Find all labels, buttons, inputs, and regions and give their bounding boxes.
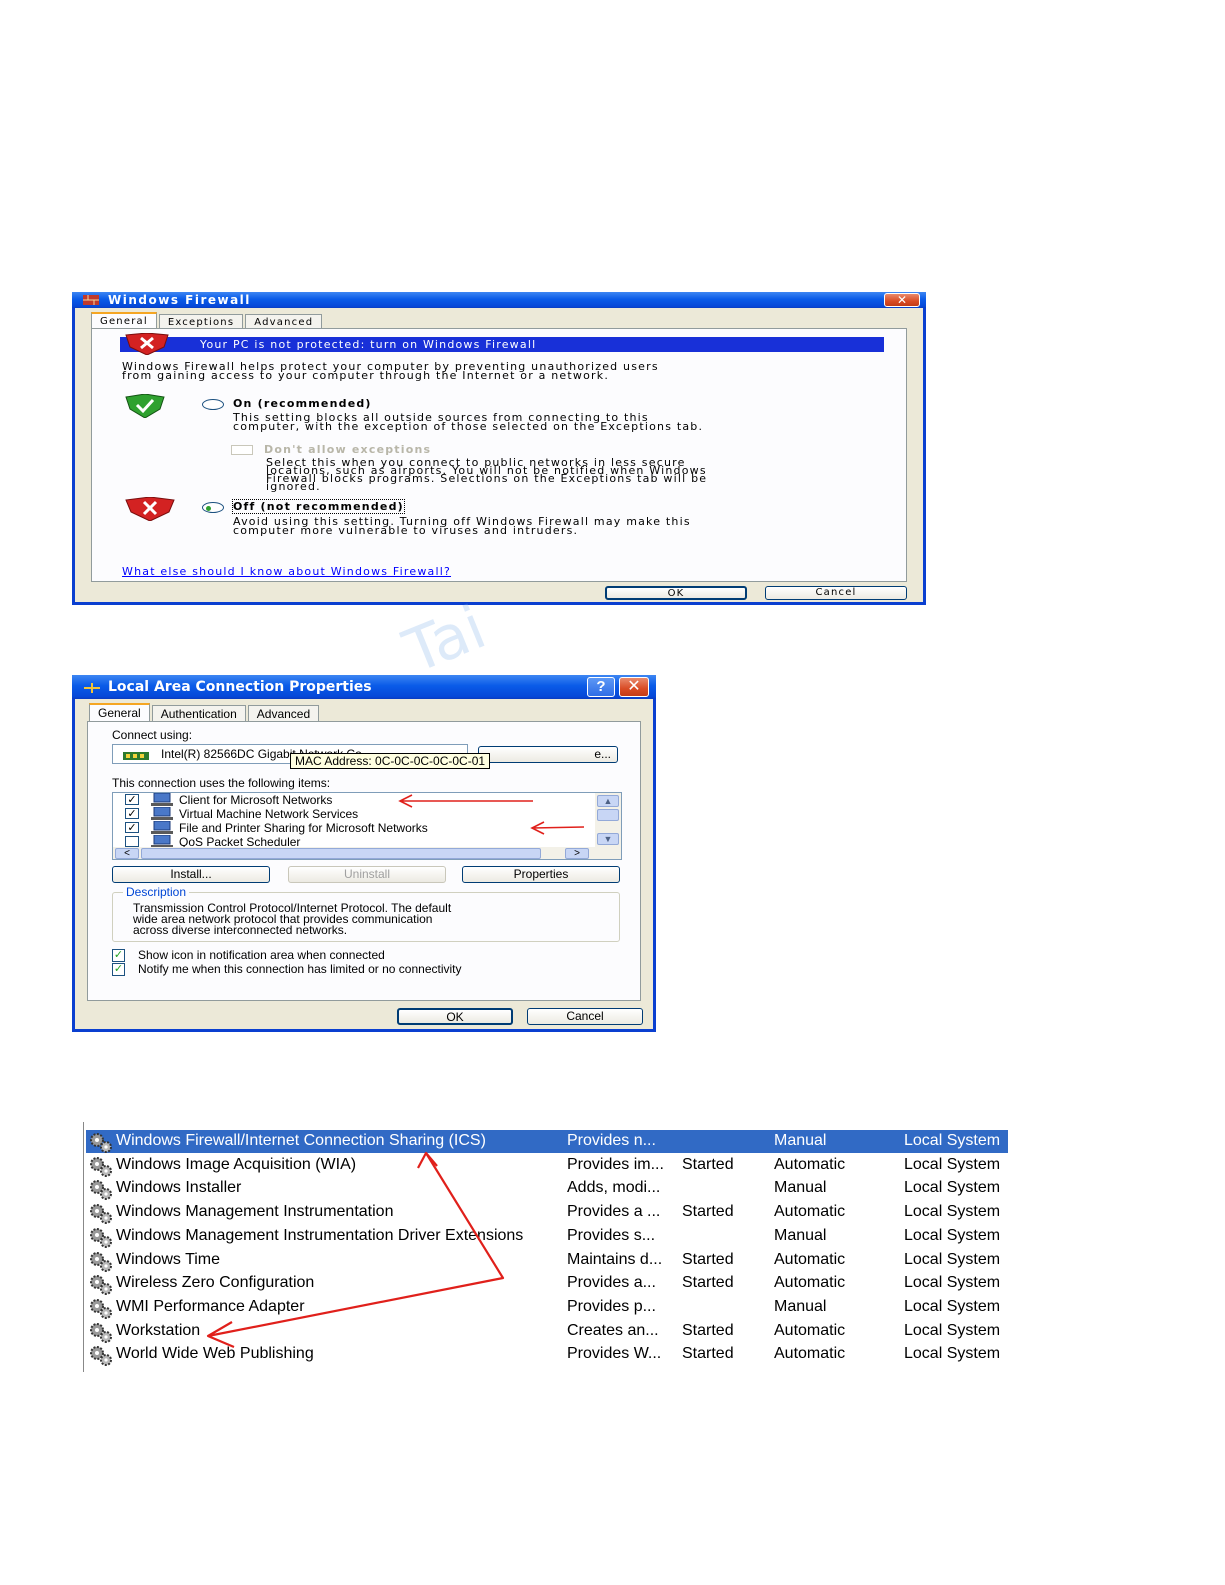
annotation-arrows-services	[206, 1151, 505, 1349]
